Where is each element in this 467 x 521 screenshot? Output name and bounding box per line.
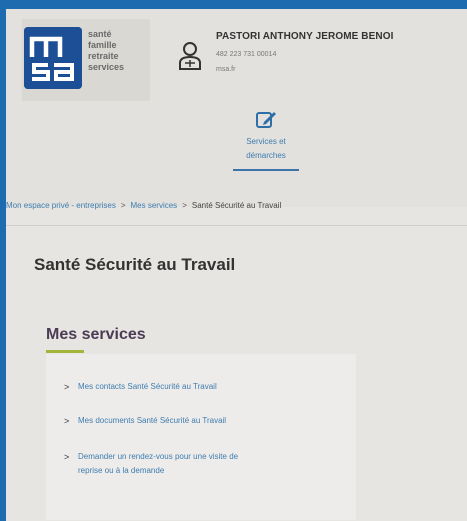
breadcrumb-separator: >	[120, 201, 126, 210]
breadcrumb-link-espace-prive[interactable]: Mon espace privé - entreprises	[6, 201, 116, 210]
site-header: santé famille retraite services PASTORI …	[6, 9, 467, 207]
service-link-label: Mes contacts Santé Sécurité au Travail	[78, 382, 217, 391]
section-title: Mes services	[46, 326, 146, 343]
msa-logo-mark	[24, 27, 82, 89]
tab-label-line2: démarches	[246, 151, 286, 160]
breadcrumb-current: Santé Sécurité au Travail	[191, 201, 282, 210]
page-title: Santé Sécurité au Travail	[34, 255, 236, 274]
services-list: > Mes contacts Santé Sécurité au Travail…	[46, 354, 356, 520]
browser-frame: santé famille retraite services PASTORI …	[6, 9, 467, 521]
service-link-documents[interactable]: > Mes documents Santé Sécurité au Travai…	[64, 414, 226, 428]
user-domain: msa.fr	[216, 66, 236, 73]
service-link-label: Demander un rendez-vous pour une visite …	[78, 450, 324, 478]
active-tab-indicator	[233, 169, 299, 171]
service-link-label-line1: Demander un rendez-vous pour une visite …	[78, 452, 239, 461]
logo-line-sante: santé	[88, 29, 112, 39]
logo-line-retraite: retraite	[88, 51, 119, 61]
divider	[6, 225, 467, 226]
service-link-label: Mes documents Santé Sécurité au Travail	[78, 416, 227, 425]
chevron-right-icon: >	[64, 416, 70, 426]
user-name: PASTORI ANTHONY JEROME BENOI	[216, 31, 394, 42]
edit-icon	[255, 109, 277, 129]
breadcrumb: Mon espace privé - entreprises > Mes servi…	[6, 191, 467, 221]
breadcrumb-link-mes-services[interactable]: Mes services	[131, 201, 178, 210]
chevron-right-icon: >	[64, 452, 70, 462]
tab-services-et-demarches[interactable]: Services et démarches	[224, 109, 308, 171]
service-link-rendez-vous[interactable]: > Demander un rendez-vous pour une visit…	[64, 450, 324, 478]
tab-label: Services et démarches	[224, 135, 308, 163]
logo-line-famille: famille	[88, 40, 117, 50]
user-account-icon[interactable]	[178, 41, 202, 71]
msa-logo[interactable]: santé famille retraite services	[22, 19, 150, 101]
chevron-right-icon: >	[64, 382, 70, 392]
logo-line-services: services	[88, 62, 125, 72]
service-link-label-line2: reprise ou à la demande	[78, 466, 165, 475]
logo-tagline: santé famille retraite services	[88, 29, 124, 73]
tab-label-line1: Services et	[246, 137, 286, 146]
user-siret: 482 223 731 00014	[216, 51, 277, 58]
breadcrumb-separator: >	[182, 201, 187, 210]
service-link-contacts[interactable]: > Mes contacts Santé Sécurité au Travail	[64, 380, 217, 394]
section-accent-bar	[46, 350, 84, 353]
